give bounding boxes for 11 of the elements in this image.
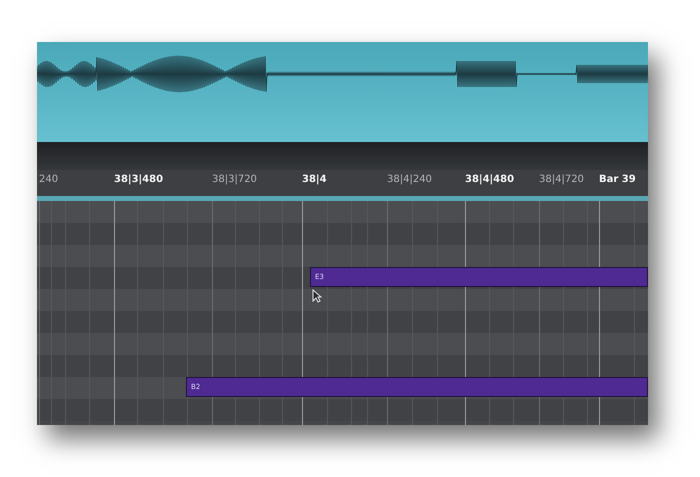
loop-range-bar[interactable] <box>37 196 648 201</box>
mouse-pointer-icon <box>312 289 322 303</box>
ruler-label: 38|4|480 <box>465 174 514 185</box>
ruler-label: 38|4|720 <box>539 174 584 185</box>
ruler-label: 38|4|240 <box>387 174 432 185</box>
timeline-ruler[interactable]: 240 38|3|480 38|3|720 38|4 38|4|240 38|4|480 38|4|720 Bar 39 <box>37 170 648 196</box>
ruler-label: 240 <box>39 174 58 185</box>
ruler-label: 38|3|480 <box>114 174 164 185</box>
ruler-label: 38|4 <box>302 174 327 185</box>
ruler-label: 38|3|720 <box>212 174 257 185</box>
ruler-label: Bar 39 <box>599 174 636 185</box>
